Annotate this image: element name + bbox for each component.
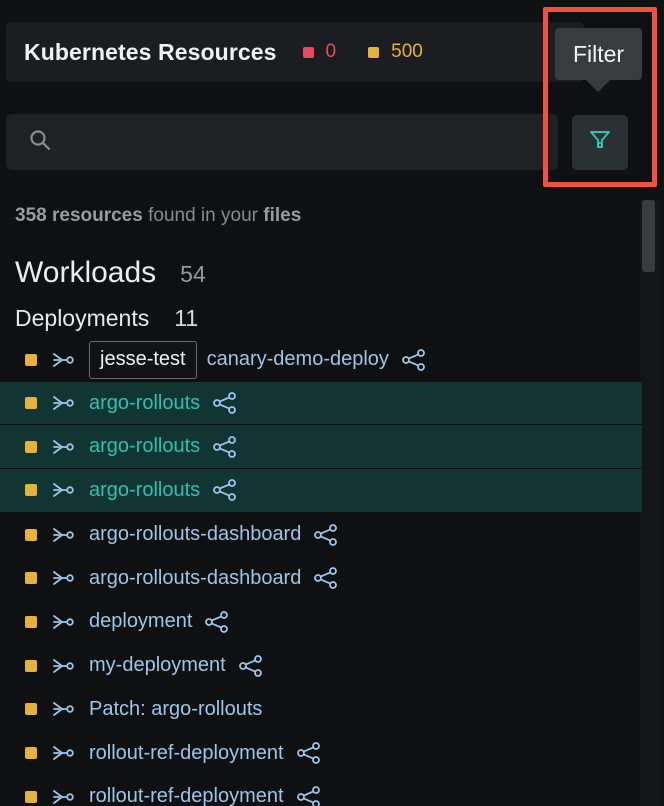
subsection-deployments[interactable]: Deployments 11 bbox=[15, 305, 198, 332]
summary-location: files bbox=[263, 205, 302, 226]
error-count: 0 bbox=[325, 41, 337, 62]
tooltip-arrow bbox=[586, 80, 610, 92]
warning-count: 500 bbox=[391, 41, 423, 62]
resource-row[interactable]: rollout-ref-deployment bbox=[0, 775, 642, 806]
search-input[interactable] bbox=[64, 122, 558, 162]
scrollbar-track[interactable] bbox=[640, 200, 660, 806]
warning-count-badge[interactable]: 500 bbox=[368, 41, 423, 63]
resource-name[interactable]: deployment bbox=[89, 610, 192, 633]
warning-indicator-icon bbox=[25, 703, 37, 716]
share-icon[interactable] bbox=[313, 523, 339, 546]
search-icon bbox=[28, 128, 52, 157]
resource-name[interactable]: argo-rollouts bbox=[89, 479, 200, 502]
namespace-tag: jesse-test bbox=[89, 340, 197, 379]
search-box[interactable] bbox=[6, 114, 558, 170]
warning-indicator-icon bbox=[25, 747, 37, 760]
resource-type-icon bbox=[51, 612, 75, 632]
warning-indicator-icon bbox=[25, 528, 37, 541]
resource-row[interactable]: rollout-ref-deployment bbox=[0, 731, 642, 775]
resource-name[interactable]: argo-rollouts bbox=[89, 435, 200, 458]
resource-type-icon bbox=[51, 787, 75, 806]
resource-row[interactable]: Patch: argo-rollouts bbox=[0, 688, 642, 732]
section-count: 54 bbox=[180, 261, 206, 287]
resource-type-icon bbox=[51, 525, 75, 545]
filter-button[interactable] bbox=[572, 115, 628, 170]
resource-type-icon bbox=[51, 568, 75, 588]
resource-summary: 358 resources found in your files bbox=[15, 205, 301, 227]
summary-text: found in your bbox=[142, 205, 264, 226]
warning-indicator-icon bbox=[368, 46, 380, 58]
share-icon[interactable] bbox=[238, 654, 264, 677]
resource-row[interactable]: argo-rollouts bbox=[0, 425, 642, 470]
share-icon[interactable] bbox=[204, 611, 230, 633]
resource-name[interactable]: argo-rollouts bbox=[89, 392, 200, 415]
warning-indicator-icon bbox=[25, 572, 37, 585]
resource-row[interactable]: argo-rollouts-dashboard bbox=[0, 513, 642, 557]
resource-row[interactable]: my-deployment bbox=[0, 644, 642, 688]
share-icon[interactable] bbox=[296, 785, 322, 806]
resource-type-icon bbox=[51, 699, 75, 719]
resource-name[interactable]: Patch: argo-rollouts bbox=[89, 698, 262, 721]
header-title: Kubernetes Resources bbox=[24, 38, 277, 65]
warning-indicator-icon bbox=[25, 790, 37, 803]
share-icon[interactable] bbox=[212, 392, 238, 414]
error-indicator-icon bbox=[302, 46, 314, 58]
resource-type-icon bbox=[51, 437, 75, 457]
scrollbar-thumb[interactable] bbox=[642, 200, 655, 272]
filter-tooltip: Filter bbox=[555, 28, 642, 80]
resource-list: jesse-test canary-demo-deploy argo-rollout… bbox=[0, 338, 642, 806]
warning-indicator-icon bbox=[25, 353, 37, 366]
resource-type-icon bbox=[51, 393, 75, 413]
share-icon[interactable] bbox=[212, 479, 238, 502]
section-title: Workloads bbox=[15, 256, 157, 289]
resource-row[interactable]: argo-rollouts bbox=[0, 469, 642, 513]
warning-indicator-icon bbox=[25, 615, 37, 628]
resource-name[interactable]: argo-rollouts-dashboard bbox=[89, 567, 301, 590]
subsection-count: 11 bbox=[174, 305, 199, 331]
resource-name[interactable]: my-deployment bbox=[89, 654, 226, 677]
tooltip-label: Filter bbox=[572, 40, 625, 67]
section-workloads[interactable]: Workloads 54 bbox=[15, 256, 206, 290]
error-count-badge[interactable]: 0 bbox=[302, 41, 337, 63]
resource-name[interactable]: argo-rollouts-dashboard bbox=[89, 523, 301, 546]
filter-icon bbox=[588, 128, 612, 157]
resource-type-icon bbox=[51, 480, 75, 500]
resource-name[interactable]: canary-demo-deploy bbox=[207, 348, 389, 371]
share-icon[interactable] bbox=[313, 567, 339, 590]
resource-type-icon bbox=[51, 656, 75, 676]
resource-name[interactable]: rollout-ref-deployment bbox=[89, 742, 284, 765]
resource-row[interactable]: deployment bbox=[0, 600, 642, 644]
resource-row[interactable]: argo-rollouts-dashboard bbox=[0, 556, 642, 600]
resource-row[interactable]: jesse-test canary-demo-deploy bbox=[0, 338, 642, 382]
warning-indicator-icon bbox=[25, 659, 37, 672]
subsection-title: Deployments bbox=[15, 305, 150, 331]
warning-indicator-icon bbox=[25, 484, 37, 497]
warning-indicator-icon bbox=[25, 397, 37, 410]
share-icon[interactable] bbox=[296, 742, 322, 764]
resource-count: 358 resources bbox=[15, 205, 143, 226]
share-icon[interactable] bbox=[401, 348, 427, 371]
share-icon[interactable] bbox=[212, 435, 238, 458]
resource-row[interactable]: argo-rollouts bbox=[0, 381, 642, 426]
resource-name[interactable]: rollout-ref-deployment bbox=[89, 785, 284, 806]
resource-type-icon bbox=[51, 350, 75, 370]
resources-header: Kubernetes Resources 0 500 bbox=[6, 22, 584, 82]
warning-indicator-icon bbox=[25, 440, 37, 453]
resource-type-icon bbox=[51, 743, 75, 763]
